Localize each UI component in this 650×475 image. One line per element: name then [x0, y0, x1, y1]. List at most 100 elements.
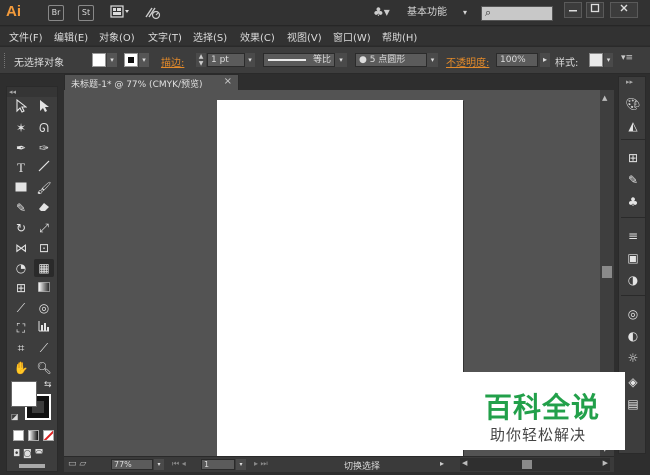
scroll-right-icon[interactable]: ▶	[603, 459, 608, 467]
slice-tool-icon[interactable]: ⟋	[34, 339, 54, 357]
lasso-tool-icon[interactable]: ᘏ	[34, 119, 54, 137]
scale-tool-icon[interactable]: ⤢	[34, 219, 54, 237]
swatches-panel-icon[interactable]: ⊞	[623, 149, 643, 167]
hand-tool-icon[interactable]: ✋	[11, 359, 31, 377]
previous-artboard-icon[interactable]: ⏮ ◂	[172, 459, 186, 469]
menu-object[interactable]: 对象(O)	[99, 29, 135, 44]
opacity-slider-button[interactable]: ▸	[540, 53, 550, 67]
scroll-left-icon[interactable]: ◀	[462, 459, 467, 467]
eraser-tool-icon[interactable]	[34, 199, 54, 217]
opacity-input[interactable]: 100%	[496, 53, 538, 67]
sync-settings-icon[interactable]: ♣▾	[373, 5, 390, 19]
zoom-level-input[interactable]: 77%	[111, 459, 153, 470]
libraries-panel-icon[interactable]: ☼	[623, 349, 643, 367]
next-artboard-icon[interactable]: ▸ ⏭	[254, 459, 268, 469]
selection-tool-icon[interactable]	[11, 98, 31, 117]
graphic-style-swatch[interactable]	[589, 53, 603, 67]
fill-color-swatch[interactable]	[92, 53, 106, 67]
search-input[interactable]: ⌕	[481, 6, 553, 21]
curvature-tool-icon[interactable]: ✑	[34, 139, 54, 157]
eyedropper-tool-icon[interactable]: ⟋	[11, 299, 31, 317]
line-segment-tool-icon[interactable]	[34, 159, 54, 177]
layers-panel-icon[interactable]: ◈	[623, 373, 643, 391]
mesh-tool-icon[interactable]: ⊞	[11, 279, 31, 297]
workspace-switcher[interactable]: 基本功能 ▾	[407, 5, 469, 21]
menu-select[interactable]: 选择(S)	[193, 29, 227, 44]
pencil-tool-icon[interactable]: ✎	[11, 199, 31, 217]
direct-selection-tool-icon[interactable]	[34, 99, 54, 117]
arrange-documents-button[interactable]	[110, 5, 132, 21]
brush-dropdown[interactable]: ▾	[427, 53, 438, 67]
stroke-color-swatch[interactable]	[124, 53, 138, 67]
gradient-mode-button[interactable]	[28, 430, 39, 441]
artboard[interactable]	[217, 100, 463, 458]
zoom-tool-icon[interactable]: 🔍︎	[34, 359, 54, 377]
stock-button[interactable]: St	[78, 5, 94, 21]
artboard-tool-icon[interactable]: ⌗	[11, 339, 31, 357]
panel-menu-icon[interactable]: ▾≡	[621, 53, 633, 63]
zoom-dropdown[interactable]: ▾	[154, 459, 164, 470]
brushes-panel-icon[interactable]: ✎	[623, 171, 643, 189]
color-guide-panel-icon[interactable]: ◭	[623, 117, 643, 135]
profile-dropdown[interactable]: ▾	[335, 53, 347, 67]
scroll-up-icon[interactable]: ▲	[602, 94, 607, 102]
fill-color-box[interactable]	[11, 381, 37, 407]
menu-type[interactable]: 文字(T)	[148, 29, 182, 44]
horizontal-scroll-thumb[interactable]	[522, 460, 532, 469]
width-tool-icon[interactable]: ⋈	[11, 239, 31, 257]
pen-tool-icon[interactable]: ✒	[11, 139, 31, 157]
drawing-modes-icon[interactable]: ◘ ◙ ◚	[13, 449, 43, 459]
stroke-weight-input[interactable]: 1 pt	[207, 53, 245, 67]
bridge-button[interactable]: Br	[48, 5, 64, 21]
free-transform-tool-icon[interactable]: ⊡	[34, 239, 54, 257]
menu-window[interactable]: 窗口(W)	[333, 29, 371, 44]
minimize-button[interactable]	[564, 2, 582, 18]
artboards-panel-icon[interactable]: ▤	[623, 395, 643, 413]
dock-collapse-icon[interactable]: ▸▸	[626, 78, 633, 86]
swap-fill-stroke-icon[interactable]: ⇆	[44, 380, 52, 390]
artboard-number-input[interactable]: 1	[201, 459, 235, 470]
graphic-styles-panel-icon[interactable]: ◐	[623, 327, 643, 345]
column-graph-tool-icon[interactable]	[34, 319, 54, 337]
artboard-navigator-icon[interactable]: ▭ ▱	[68, 459, 86, 469]
stroke-weight-stepper[interactable]: ▲ ▼	[196, 53, 206, 67]
stroke-dropdown-button[interactable]: ▾	[139, 53, 149, 67]
color-mode-button[interactable]	[13, 430, 24, 441]
document-tab[interactable]: 未标题-1* @ 77% (CMYK/预览) ×	[64, 74, 239, 90]
perspective-grid-tool-icon[interactable]: ▦	[34, 259, 54, 277]
blend-tool-icon[interactable]: ◎	[34, 299, 54, 317]
stroke-weight-dropdown[interactable]: ▾	[245, 53, 255, 67]
menu-view[interactable]: 视图(V)	[287, 29, 322, 44]
variable-width-profile-select[interactable]: 等比	[263, 53, 335, 67]
stroke-panel-link[interactable]: 描边:	[161, 54, 184, 69]
menu-help[interactable]: 帮助(H)	[382, 29, 417, 44]
transparency-panel-icon[interactable]: ◑	[623, 271, 643, 289]
symbol-sprayer-tool-icon[interactable]: ⛶	[11, 319, 31, 337]
horizontal-scrollbar[interactable]: ◀ ▶	[460, 458, 610, 471]
status-text[interactable]: 切换选择	[344, 459, 380, 472]
appearance-panel-icon[interactable]: ◎	[623, 305, 643, 323]
fill-dropdown-button[interactable]: ▾	[107, 53, 117, 67]
tools-panel-collapse-icon[interactable]: ◂◂	[7, 87, 57, 97]
gpu-performance-button[interactable]	[143, 5, 163, 21]
status-menu-icon[interactable]: ▸	[440, 459, 444, 468]
symbols-panel-icon[interactable]: ♣	[623, 193, 643, 211]
gradient-panel-icon[interactable]: ▣	[623, 249, 643, 267]
brush-definition-select[interactable]: ● 5 点圆形	[355, 53, 427, 67]
artboard-dropdown[interactable]: ▾	[236, 459, 246, 470]
paintbrush-tool-icon[interactable]: 🖌︎	[34, 179, 54, 197]
close-button[interactable]	[610, 2, 638, 18]
vertical-scroll-thumb[interactable]	[602, 266, 612, 278]
rectangle-tool-icon[interactable]	[11, 179, 31, 197]
default-fill-stroke-icon[interactable]: ◪	[11, 412, 19, 421]
magic-wand-tool-icon[interactable]: ✶	[11, 119, 31, 137]
close-icon[interactable]: ×	[224, 76, 232, 87]
rotate-tool-icon[interactable]: ↻	[11, 219, 31, 237]
type-tool-icon[interactable]: T	[11, 159, 31, 177]
opacity-panel-link[interactable]: 不透明度:	[446, 54, 489, 69]
menu-file[interactable]: 文件(F)	[9, 29, 43, 44]
menu-edit[interactable]: 编辑(E)	[54, 29, 88, 44]
screen-mode-button[interactable]	[19, 464, 45, 468]
maximize-button[interactable]	[586, 2, 604, 18]
none-mode-button[interactable]	[43, 430, 54, 441]
